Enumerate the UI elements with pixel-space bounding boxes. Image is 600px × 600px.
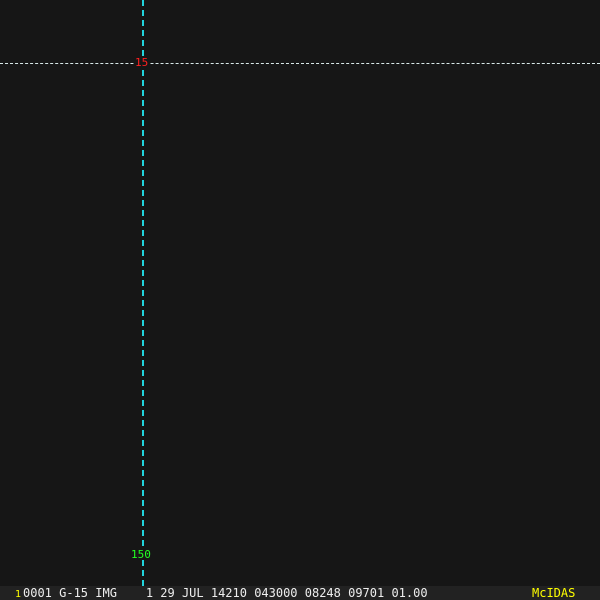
frame-number: 1	[15, 589, 22, 600]
image-info: 0001 G-15 IMG 1 29 JUL 14210 043000 0824…	[23, 586, 428, 600]
latitude-line	[0, 63, 600, 64]
mcidas-brand: McIDAS	[532, 586, 576, 600]
satellite-image[interactable]	[0, 0, 600, 586]
mcidas-display: 15 150 1 0001 G-15 IMG 1 29 JUL 14210 04…	[0, 0, 600, 600]
longitude-line	[142, 0, 144, 586]
longitude-label: 150	[130, 548, 152, 561]
status-bar: 1 0001 G-15 IMG 1 29 JUL 14210 043000 08…	[0, 586, 600, 600]
latitude-label: 15	[134, 56, 150, 69]
